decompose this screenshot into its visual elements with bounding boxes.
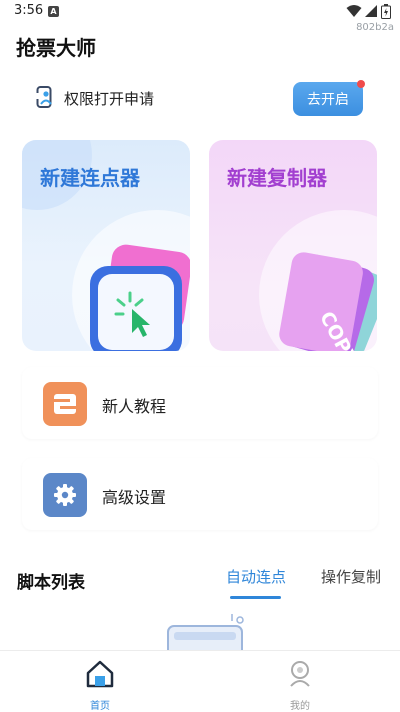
tutorial-label: 新人教程 [102, 397, 167, 416]
script-list-title: 脚本列表 [17, 573, 85, 593]
script-list-header: 脚本列表 自动连点 操作复制 [0, 560, 400, 600]
tab-operation-copy[interactable]: 操作复制 [321, 566, 381, 587]
nav-profile-label: 我的 [290, 701, 310, 712]
bottom-navigation: 首页 我的 [0, 650, 400, 712]
nav-profile[interactable]: 我的 [270, 657, 330, 712]
enable-permission-button[interactable]: 去开启 [293, 82, 363, 116]
new-clicker-card[interactable]: 新建连点器 [22, 140, 190, 351]
new-copier-card[interactable]: 新建复制器 COPY [209, 140, 377, 351]
tab-auto-click[interactable]: 自动连点 [226, 566, 286, 587]
new-clicker-title: 新建连点器 [40, 166, 140, 190]
gear-icon [43, 473, 87, 517]
nav-home-label: 首页 [90, 701, 110, 712]
person-badge-icon [36, 86, 52, 108]
profile-icon [290, 661, 310, 687]
notification-badge [357, 80, 365, 88]
tutorial-menu-item[interactable]: 新人教程 [22, 367, 378, 439]
page-title: 抢票大师 [16, 36, 96, 60]
empty-list-illustration [167, 614, 244, 652]
tutorial-icon [43, 382, 87, 426]
status-bar: 3:56 A [0, 0, 400, 24]
battery-icon [381, 4, 391, 19]
build-tag: 802b2a [356, 22, 394, 33]
copy-cards-icon: COPY [279, 252, 377, 351]
advanced-settings-label: 高级设置 [102, 488, 167, 507]
active-tab-indicator [230, 596, 281, 599]
notification-icon: A [48, 6, 59, 17]
tap-cursor-icon [90, 244, 190, 351]
new-copier-title: 新建复制器 [227, 166, 327, 190]
advanced-settings-menu-item[interactable]: 高级设置 [22, 458, 378, 530]
nav-home[interactable]: 首页 [70, 657, 130, 712]
permission-label: 权限打开申请 [64, 90, 155, 108]
signal-icon [365, 5, 377, 17]
status-time: 3:56 [14, 3, 44, 18]
home-icon [86, 660, 114, 688]
permission-row: 权限打开申请 去开启 [18, 72, 382, 126]
wifi-icon [346, 5, 362, 17]
